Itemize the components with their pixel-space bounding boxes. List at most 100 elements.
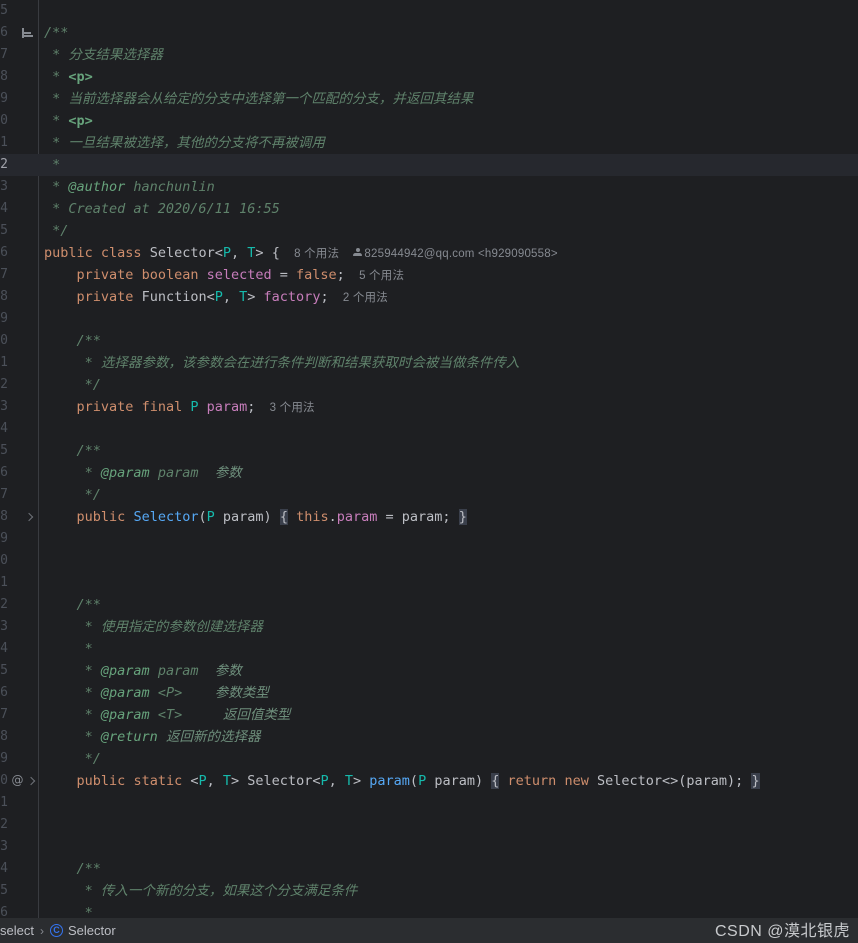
inlay-hint-author[interactable]: 825944942@qq.com <h929090558> xyxy=(339,248,558,260)
code-line[interactable]: 1 xyxy=(0,792,858,814)
breadcrumb-item-package[interactable]: select xyxy=(0,923,34,938)
inlay-hint-usages[interactable]: 3 个用法 xyxy=(255,402,315,414)
code-line[interactable]: 5 xyxy=(0,0,858,22)
line-content[interactable]: /** xyxy=(44,858,101,880)
code-line[interactable]: 5 * 传入一个新的分支，如果这个分支满足条件 xyxy=(0,880,858,902)
code-line[interactable]: 7 * 分支结果选择器 xyxy=(0,44,858,66)
gutter[interactable]: 8 xyxy=(0,286,38,308)
line-content[interactable]: /** xyxy=(44,22,68,44)
gutter[interactable]: 0 xyxy=(0,110,38,132)
gutter[interactable]: 1 xyxy=(0,132,38,154)
code-line[interactable]: 3 * 使用指定的参数创建选择器 xyxy=(0,616,858,638)
code-line[interactable]: 5 */ xyxy=(0,220,858,242)
code-line[interactable]: 0 /** xyxy=(0,330,858,352)
gutter[interactable]: 0 xyxy=(0,330,38,352)
gutter[interactable]: 4 xyxy=(0,858,38,880)
fold-arrow-icon[interactable] xyxy=(22,510,36,524)
gutter[interactable]: 4 xyxy=(0,638,38,660)
annotation-fold-icon[interactable]: @ xyxy=(12,774,36,788)
javadoc-fold-icon[interactable] xyxy=(22,26,36,40)
gutter[interactable]: 2 xyxy=(0,374,38,396)
code-line[interactable]: 1 * 选择器参数，该参数会在进行条件判断和结果获取时会被当做条件传入 xyxy=(0,352,858,374)
code-line[interactable]: 5 * @param param 参数 xyxy=(0,660,858,682)
line-content[interactable]: * @param param 参数 xyxy=(44,660,242,682)
line-content[interactable]: public Selector(P param) { this.param = … xyxy=(44,506,467,528)
code-line[interactable]: 7 private boolean selected = false; 5 个用… xyxy=(0,264,858,286)
gutter[interactable]: 1 xyxy=(0,352,38,374)
line-content[interactable]: */ xyxy=(44,220,68,242)
breadcrumb-item-class[interactable]: Selector xyxy=(68,923,116,938)
code-line[interactable]: 3 * @author hanchunlin xyxy=(0,176,858,198)
line-content[interactable]: * 使用指定的参数创建选择器 xyxy=(44,616,263,638)
line-content[interactable]: * Created at 2020/6/11 16:55 xyxy=(44,198,280,220)
code-line[interactable]: 4 xyxy=(0,418,858,440)
code-line[interactable]: 9 xyxy=(0,308,858,330)
code-line[interactable]: 3 private final P param; 3 个用法 xyxy=(0,396,858,418)
code-line[interactable]: 6 public class Selector<P, T> { 8 个用法 825… xyxy=(0,242,858,264)
line-content[interactable]: private final P param; 3 个用法 xyxy=(44,396,315,418)
gutter[interactable]: 8 xyxy=(0,66,38,88)
line-content[interactable]: private boolean selected = false; 5 个用法 xyxy=(44,264,404,286)
gutter[interactable]: 5 xyxy=(0,220,38,242)
code-line[interactable]: 0 * <p> xyxy=(0,110,858,132)
gutter[interactable]: 3 xyxy=(0,176,38,198)
line-content[interactable]: * @param <P> 参数类型 xyxy=(44,682,269,704)
line-content[interactable]: * 当前选择器会从给定的分支中选择第一个匹配的分支，并返回其结果 xyxy=(44,88,473,110)
code-line[interactable]: 8 public Selector(P param) { this.param … xyxy=(0,506,858,528)
gutter[interactable]: 6 xyxy=(0,902,38,918)
code-line[interactable]: 6 * xyxy=(0,902,858,918)
line-content[interactable]: * @param param 参数 xyxy=(44,462,242,484)
line-content[interactable]: * 传入一个新的分支，如果这个分支满足条件 xyxy=(44,880,358,902)
gutter[interactable]: 5 xyxy=(0,880,38,902)
gutter[interactable]: 2 xyxy=(0,154,38,176)
code-line[interactable]: 6 * @param param 参数 xyxy=(0,462,858,484)
gutter[interactable]: 5 xyxy=(0,440,38,462)
code-line[interactable]: 8 * <p> xyxy=(0,66,858,88)
gutter[interactable]: 5 xyxy=(0,660,38,682)
gutter[interactable]: 0 xyxy=(0,550,38,572)
gutter[interactable]: 6 xyxy=(0,22,38,44)
gutter[interactable]: 7 xyxy=(0,704,38,726)
line-content[interactable]: */ xyxy=(44,748,101,770)
line-content[interactable]: * @author hanchunlin xyxy=(44,176,215,198)
code-editor[interactable]: 5 6/** 7 * 分支结果选择器 8 * <p> 9 * 当前选择器会从给定的分支中… xyxy=(0,0,858,918)
line-content[interactable]: * 分支结果选择器 xyxy=(44,44,163,66)
line-content[interactable]: * @param <T> 返回值类型 xyxy=(44,704,291,726)
gutter[interactable]: 9 xyxy=(0,308,38,330)
code-line[interactable]: 9 */ xyxy=(0,748,858,770)
line-content[interactable]: * @return 返回新的选择器 xyxy=(44,726,261,748)
gutter[interactable]: 9 xyxy=(0,748,38,770)
gutter[interactable]: 8 xyxy=(0,506,38,528)
code-line[interactable]: 2 xyxy=(0,814,858,836)
line-content[interactable]: * xyxy=(44,154,60,176)
code-line[interactable]: 7 * @param <T> 返回值类型 xyxy=(0,704,858,726)
code-line[interactable]: 2 /** xyxy=(0,594,858,616)
gutter[interactable]: 1 xyxy=(0,792,38,814)
code-line[interactable]: 1 * 一旦结果被选择，其他的分支将不再被调用 xyxy=(0,132,858,154)
gutter[interactable]: 2 xyxy=(0,594,38,616)
gutter[interactable]: 3 xyxy=(0,836,38,858)
line-content[interactable]: * xyxy=(44,638,93,660)
code-line[interactable]: 4 /** xyxy=(0,858,858,880)
line-content[interactable]: * <p> xyxy=(44,110,93,132)
inlay-hint-usages[interactable]: 2 个用法 xyxy=(329,292,388,304)
gutter[interactable]: 7 xyxy=(0,44,38,66)
line-content[interactable]: */ xyxy=(44,484,101,506)
gutter[interactable]: 9 xyxy=(0,88,38,110)
code-line[interactable]: 0 xyxy=(0,550,858,572)
code-line[interactable]: 6 /** xyxy=(0,22,858,44)
line-content[interactable]: * xyxy=(44,902,93,918)
inlay-hint-usages[interactable]: 5 个用法 xyxy=(345,270,404,282)
gutter[interactable]: 1 xyxy=(0,572,38,594)
gutter[interactable]: 2 xyxy=(0,814,38,836)
gutter[interactable]: 6 xyxy=(0,462,38,484)
code-line[interactable]: 8 * @return 返回新的选择器 xyxy=(0,726,858,748)
code-line[interactable]: 9 * 当前选择器会从给定的分支中选择第一个匹配的分支，并返回其结果 xyxy=(0,88,858,110)
code-line[interactable]: 9 xyxy=(0,528,858,550)
code-line[interactable]: 1 xyxy=(0,572,858,594)
gutter[interactable]: 8 xyxy=(0,726,38,748)
code-line[interactable]: 5 /** xyxy=(0,440,858,462)
line-content[interactable]: /** xyxy=(44,440,101,462)
gutter[interactable]: 6 xyxy=(0,682,38,704)
line-content[interactable]: /** xyxy=(44,330,101,352)
